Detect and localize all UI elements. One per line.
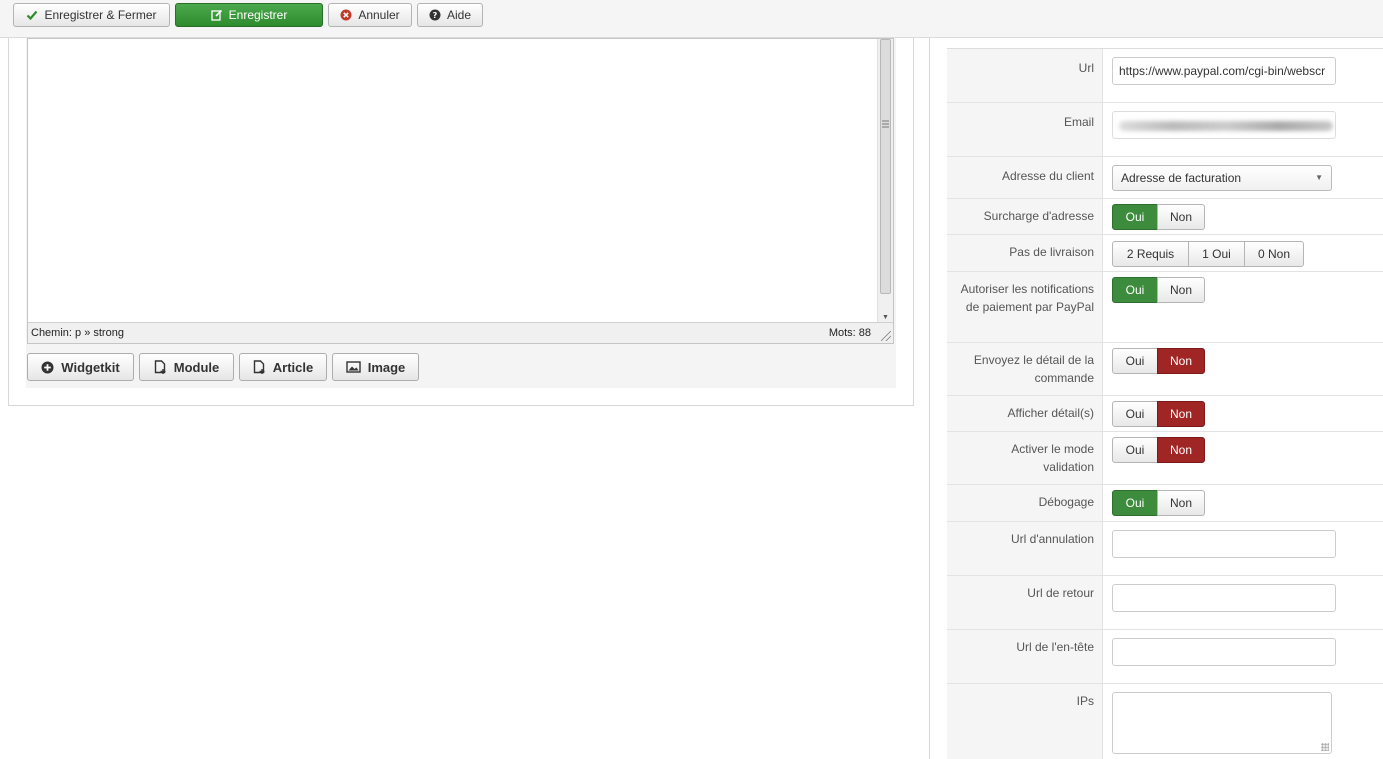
debug-label: Débogage [947, 485, 1103, 521]
address-override-label: Surcharge d'adresse [947, 199, 1103, 234]
url-input[interactable]: https://www.paypal.com/cgi-bin/webscr [1112, 57, 1336, 85]
svg-text:?: ? [433, 11, 438, 20]
address-override-no[interactable]: Non [1157, 204, 1205, 230]
ipn-toggle: Oui Non [1112, 277, 1205, 303]
debug-yes[interactable]: Oui [1112, 490, 1158, 516]
show-details-no[interactable]: Non [1157, 401, 1205, 427]
ips-textarea[interactable] [1112, 692, 1332, 754]
validation-mode-toggle: Oui Non [1112, 437, 1205, 463]
ipn-label: Autoriser les notifications de paiement … [947, 272, 1103, 342]
save-close-button[interactable]: Enregistrer & Fermer [13, 3, 170, 27]
row-send-order-detail: Envoyez le détail de la commande Oui Non [947, 343, 1383, 396]
file-add-icon [253, 360, 265, 374]
cancel-circle-icon [340, 9, 352, 21]
scroll-down-icon[interactable]: ▼ [882, 314, 889, 321]
cancel-url-label: Url d'annulation [947, 522, 1103, 575]
column-divider [929, 38, 930, 759]
return-url-label: Url de retour [947, 576, 1103, 629]
no-shipping-option-1[interactable]: 1 Oui [1188, 241, 1245, 267]
help-button[interactable]: ? Aide [417, 3, 483, 27]
resize-grip-icon[interactable] [1321, 743, 1329, 751]
address-override-toggle: Oui Non [1112, 204, 1205, 230]
widgetkit-label: Widgetkit [61, 359, 120, 375]
resize-grip-icon[interactable] [881, 331, 891, 341]
row-client-address: Adresse du client Adresse de facturation… [947, 157, 1383, 199]
edit-icon [211, 9, 223, 21]
dropdown-arrow-icon: ▼ [1315, 173, 1323, 182]
cancel-url-input[interactable] [1112, 530, 1336, 558]
return-url-input[interactable] [1112, 584, 1336, 612]
show-details-yes[interactable]: Oui [1112, 401, 1158, 427]
header-url-label: Url de l'en-tête [947, 630, 1103, 683]
email-label: Email [947, 103, 1103, 156]
help-label: Aide [446, 8, 472, 22]
no-shipping-toggle: 2 Requis 1 Oui 0 Non [1112, 241, 1304, 267]
article-button[interactable]: Article [239, 353, 327, 381]
save-button[interactable]: Enregistrer [175, 3, 323, 27]
row-header-url: Url de l'en-tête [947, 630, 1383, 684]
save-label: Enregistrer [228, 8, 288, 22]
picture-icon [346, 361, 361, 373]
validation-mode-label: Activer le mode validation [947, 432, 1103, 484]
debug-toggle: Oui Non [1112, 490, 1205, 516]
module-button[interactable]: Module [139, 353, 234, 381]
client-address-value: Adresse de facturation [1121, 171, 1242, 185]
cancel-button[interactable]: Annuler [328, 3, 412, 27]
client-address-label: Adresse du client [947, 157, 1103, 198]
row-show-details: Afficher détail(s) Oui Non [947, 396, 1383, 432]
save-close-label: Enregistrer & Fermer [44, 8, 157, 22]
image-label: Image [367, 359, 406, 375]
file-add-icon [154, 360, 166, 374]
row-debug: Débogage Oui Non [947, 485, 1383, 522]
debug-no[interactable]: Non [1157, 490, 1205, 516]
row-ipn: Autoriser les notifications de paiement … [947, 272, 1383, 343]
editor-statusbar: Chemin: p » strong Mots: 88 [28, 322, 893, 343]
no-shipping-label: Pas de livraison [947, 235, 1103, 271]
cancel-label: Annuler [358, 8, 400, 22]
show-details-label: Afficher détail(s) [947, 396, 1103, 431]
image-button[interactable]: Image [332, 353, 419, 381]
row-ips: IPs [947, 684, 1383, 759]
send-order-detail-toggle: Oui Non [1112, 348, 1205, 374]
no-shipping-option-2[interactable]: 2 Requis [1112, 241, 1189, 267]
article-label: Article [272, 359, 314, 375]
check-icon [26, 9, 38, 21]
url-label: Url [947, 49, 1103, 102]
ips-label: IPs [947, 684, 1103, 759]
row-email: Email [947, 103, 1383, 157]
row-return-url: Url de retour [947, 576, 1383, 630]
row-url: Url https://www.paypal.com/cgi-bin/websc… [947, 49, 1383, 103]
editor-scrollbar[interactable]: ▼ [877, 39, 893, 323]
email-input[interactable] [1112, 111, 1336, 139]
module-label: Module [173, 359, 220, 375]
address-override-yes[interactable]: Oui [1112, 204, 1158, 230]
row-no-shipping: Pas de livraison 2 Requis 1 Oui 0 Non [947, 235, 1383, 272]
send-order-detail-yes[interactable]: Oui [1112, 348, 1158, 374]
validation-mode-no[interactable]: Non [1157, 437, 1205, 463]
row-validation-mode: Activer le mode validation Oui Non [947, 432, 1383, 485]
client-address-select[interactable]: Adresse de facturation ▼ [1112, 165, 1332, 191]
ipn-yes[interactable]: Oui [1112, 277, 1158, 303]
word-count: Mots: 88 [828, 327, 871, 339]
ipn-no[interactable]: Non [1157, 277, 1205, 303]
row-cancel-url: Url d'annulation [947, 522, 1383, 576]
show-details-toggle: Oui Non [1112, 401, 1205, 427]
send-order-detail-no[interactable]: Non [1157, 348, 1205, 374]
scrollbar-thumb[interactable] [880, 39, 891, 294]
widgetkit-button[interactable]: Widgetkit [27, 353, 134, 381]
row-address-override: Surcharge d'adresse Oui Non [947, 199, 1383, 235]
editor-content-area[interactable]: ▼ Chemin: p » strong Mots: 88 [27, 38, 894, 344]
validation-mode-yes[interactable]: Oui [1112, 437, 1158, 463]
toolbar: Enregistrer & Fermer Enregistrer Annuler… [0, 0, 1383, 38]
header-url-input[interactable] [1112, 638, 1336, 666]
editor-path: Chemin: p » strong [31, 327, 124, 339]
no-shipping-option-0[interactable]: 0 Non [1244, 241, 1304, 267]
question-icon: ? [429, 9, 441, 21]
plus-circle-icon [41, 361, 54, 373]
send-order-detail-label: Envoyez le détail de la commande [947, 343, 1103, 395]
